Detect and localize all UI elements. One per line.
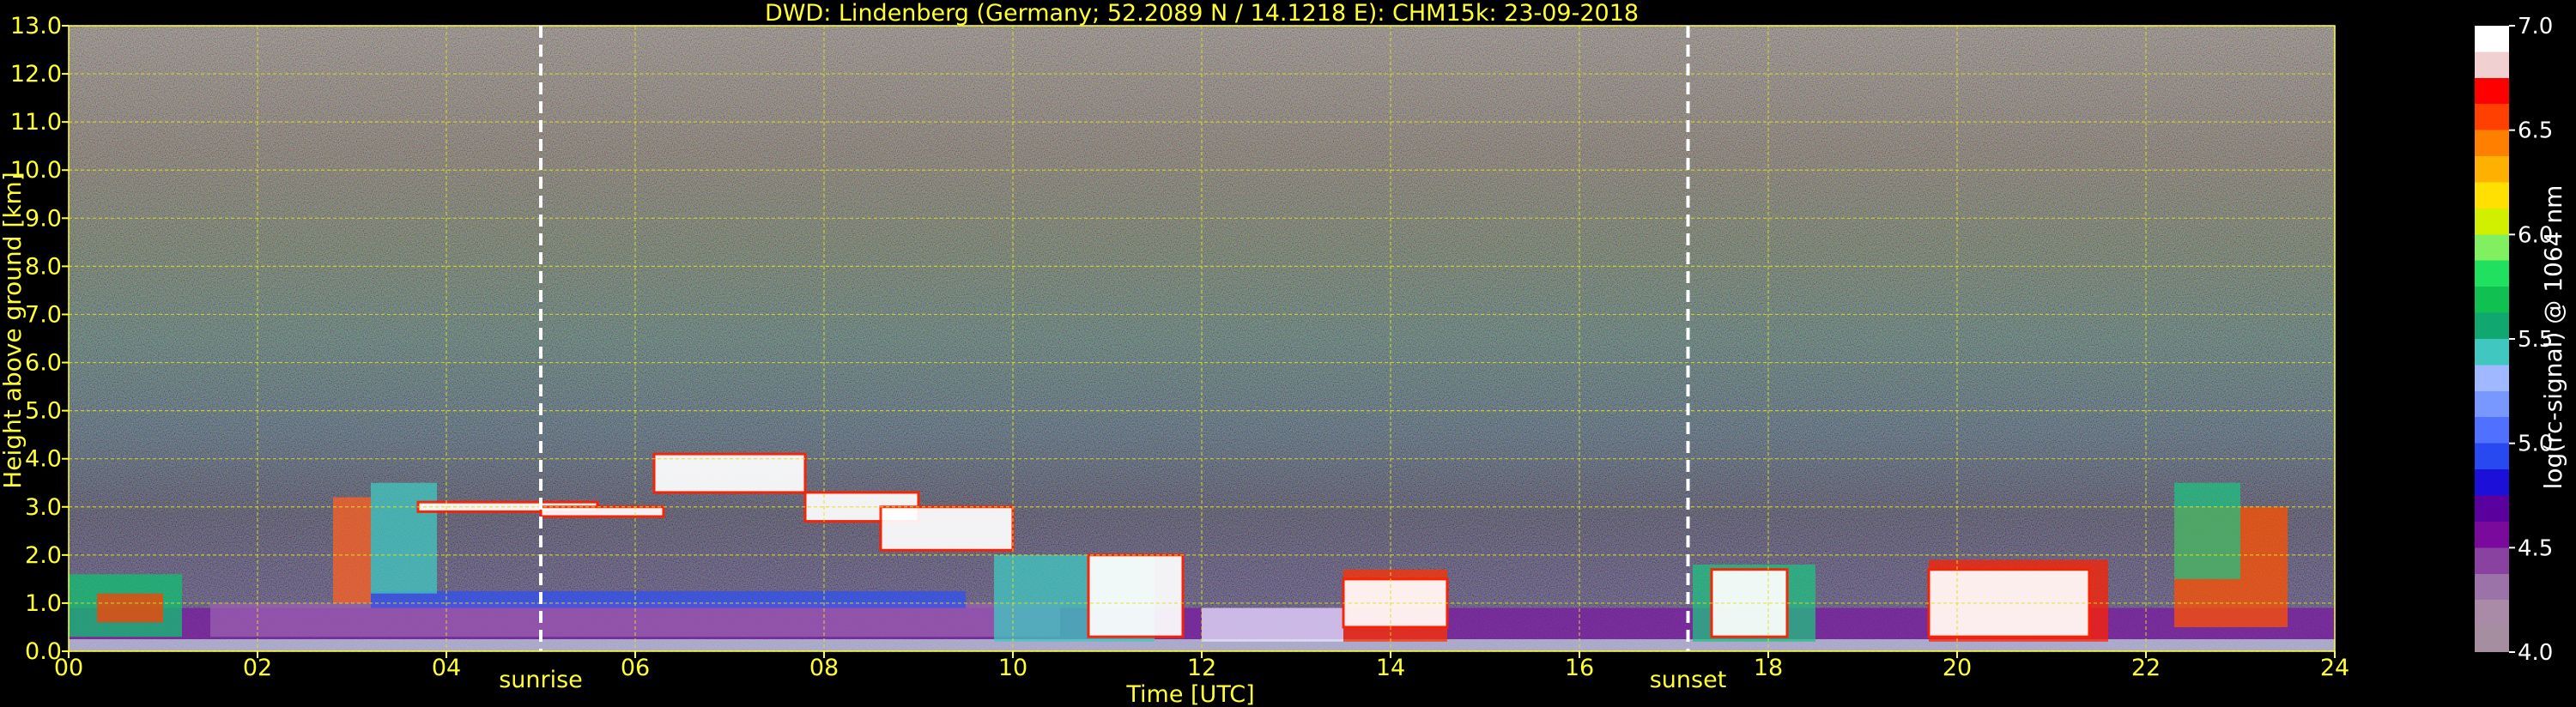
boundary-layer-band [371,590,966,608]
boundary-layer-band [2174,482,2240,579]
y-tick-label: 1.0 [25,590,62,617]
x-tick-label: 24 [2320,655,2349,681]
x-tick-label: 22 [2131,655,2161,681]
y-tick-label: 9.0 [25,205,62,232]
cloud-layer [1087,553,1185,638]
y-axis-label: Height above ground [km] [0,172,27,489]
colorbar-label: log(rc-signal) @ 1064 nm [2539,185,2567,490]
cloud-layer [1342,577,1449,629]
boundary-layer-band [1202,607,1343,642]
x-tick-label: 10 [998,655,1027,681]
y-tick-label: 4.0 [25,446,62,473]
colorbar: 4.04.55.05.56.06.57.0 log(rc-signal) @ 1… [2475,14,2567,666]
y-tick-label: 8.0 [25,253,62,280]
x-tick-label: 16 [1565,655,1594,681]
x-axis-label: Time [UTC] [1125,681,1254,707]
colorbar-scale [2475,26,2509,652]
y-tick-label: 11.0 [10,109,62,136]
annotation-label-sunrise: sunrise [499,667,583,693]
boundary-layer-band [333,497,371,603]
y-tick-label: 5.0 [25,398,62,425]
colorbar-tick-label: 6.5 [2518,118,2553,144]
colorbar-tick-label: 4.5 [2518,535,2553,561]
x-tick-label: 20 [1943,655,1972,681]
boundary-layer-band [371,482,437,594]
y-tick-label: 12.0 [10,61,62,88]
x-tick-label: 08 [809,655,839,681]
x-tick-label: 02 [243,655,272,681]
x-tick-label: 12 [1187,655,1216,681]
boundary-layer-band [210,602,1060,638]
boundary-layer-band [97,593,163,623]
colorbar-tick-label: 7.0 [2518,14,2553,39]
ceilometer-chart: DWD: Lindenberg (Germany; 52.2089 N / 14… [0,0,2567,707]
y-tick-label: 13.0 [10,13,62,39]
cloud-layer [539,505,665,518]
y-tick-label: 0.0 [25,638,62,665]
x-tick-label: 18 [1754,655,1783,681]
x-tick-label: 14 [1376,655,1405,681]
annotation-label-sunset: sunset [1650,667,1727,693]
y-tick-label: 6.0 [25,350,62,377]
chart-title: DWD: Lindenberg (Germany; 52.2089 N / 14… [765,0,1639,27]
colorbar-tick-label: 4.0 [2518,640,2553,666]
cloud-layer [652,452,807,494]
y-tick-label: 7.0 [25,301,62,328]
y-tick-label: 2.0 [25,542,62,569]
y-tick-label: 3.0 [25,494,62,521]
x-tick-label: 06 [621,655,650,681]
x-tick-label: 04 [432,655,461,681]
cloud-layer [879,505,1015,552]
